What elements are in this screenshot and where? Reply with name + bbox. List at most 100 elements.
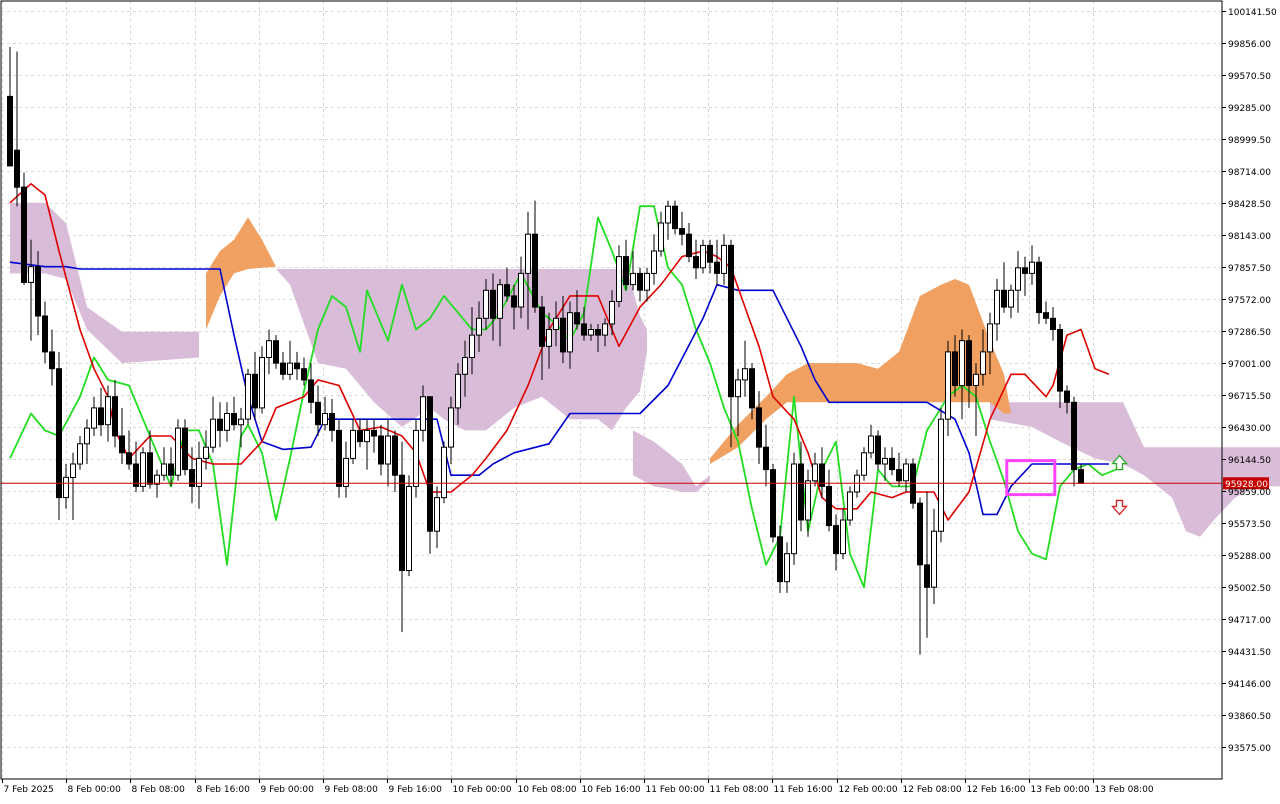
candle-body: [889, 457, 895, 471]
candle: [938, 407, 944, 543]
candle-body: [931, 530, 937, 588]
candle-body: [448, 407, 454, 448]
candle: [245, 368, 251, 425]
candle-body: [119, 435, 125, 454]
candle-body: [77, 443, 83, 465]
candle-body: [70, 463, 76, 478]
candle-body: [735, 379, 741, 398]
candle-body: [7, 95, 13, 167]
candle-body: [182, 427, 188, 471]
candle-body: [105, 396, 111, 426]
candle-body: [651, 250, 657, 274]
candle-body: [630, 272, 636, 286]
candle-body: [742, 368, 748, 381]
candle-body: [616, 256, 622, 302]
candle-body: [476, 317, 482, 336]
candle-body: [420, 396, 426, 431]
candle-body: [140, 452, 146, 487]
y-tick-label: 98714.00: [1228, 168, 1271, 178]
x-tick-label: 10 Feb 08:00: [518, 785, 577, 795]
candle-body: [14, 149, 20, 188]
candle-body: [336, 429, 342, 487]
candle-body: [406, 485, 412, 571]
candle-body: [483, 289, 489, 319]
x-tick-label: 12 Feb 00:00: [839, 785, 898, 795]
candle-body: [504, 284, 510, 297]
candle-body: [371, 429, 377, 437]
candle-body: [770, 469, 776, 538]
y-tick-label: 94146.00: [1228, 680, 1271, 690]
y-tick-label: 97857.50: [1228, 264, 1271, 274]
candle-body: [84, 427, 90, 445]
candle-body: [658, 222, 664, 252]
candle-body: [231, 413, 237, 426]
candle: [791, 452, 797, 565]
candle-body: [203, 446, 209, 459]
candle-body: [602, 323, 608, 336]
x-tick-label: 8 Feb 00:00: [68, 785, 122, 795]
candle-body: [518, 272, 524, 308]
candle-body: [952, 351, 958, 386]
candle-body: [1008, 289, 1014, 308]
candle: [56, 351, 62, 520]
candle-body: [434, 497, 440, 532]
candle-body: [329, 413, 335, 431]
candle-body: [882, 457, 888, 465]
candle-body: [217, 418, 223, 431]
candle-body: [385, 435, 391, 465]
x-tick-label: 7 Feb 2025: [4, 785, 54, 795]
candle-body: [763, 446, 769, 471]
candle-body: [126, 452, 132, 465]
x-tick-label: 10 Feb 00:00: [453, 785, 512, 795]
candle-body: [91, 407, 97, 429]
candle-body: [707, 244, 713, 263]
candle: [406, 475, 412, 577]
candle-body: [252, 373, 258, 409]
ichimoku-chart-svg: 95928.00 100141.5099856.0099570.5099285.…: [0, 0, 1280, 800]
candle-body: [378, 435, 384, 465]
candle-body: [161, 463, 167, 476]
candle-body: [805, 480, 811, 521]
candle: [413, 419, 419, 498]
chart: 95928.00 100141.50 99856.00 99570.50 99285.…: [0, 0, 1280, 800]
candle-body: [1029, 261, 1035, 274]
candle: [875, 430, 881, 470]
candle-body: [791, 463, 797, 555]
y-tick-label: 100141.50: [1228, 8, 1277, 18]
candle-body: [224, 413, 230, 431]
candle-body: [980, 351, 986, 375]
y-tick-label: 96144.50: [1228, 456, 1271, 466]
candle-body: [427, 396, 433, 532]
candle-body: [308, 379, 314, 403]
candle-body: [826, 485, 832, 527]
candle-body: [637, 272, 643, 291]
candle-body: [1050, 317, 1056, 330]
candle-body: [938, 418, 944, 532]
candle-body: [301, 368, 307, 381]
candle-body: [966, 340, 972, 387]
candle-body: [994, 289, 1000, 325]
candle-body: [469, 334, 475, 359]
candle-body: [1071, 401, 1077, 471]
candle-body: [560, 317, 566, 353]
y-tick-label: 98143.00: [1228, 232, 1271, 242]
candle-body: [1036, 261, 1042, 314]
candle-body: [1057, 329, 1063, 392]
y-tick-label: 95859.00: [1228, 488, 1271, 498]
candle-body: [322, 413, 328, 426]
candle: [336, 419, 342, 498]
y-tick-label: 98999.50: [1228, 136, 1271, 146]
candle-body: [315, 401, 321, 426]
candle-body: [840, 519, 846, 555]
y-tick-label: 97286.50: [1228, 328, 1271, 338]
y-tick-label: 96715.50: [1228, 392, 1271, 402]
x-tick-label: 12 Feb 16:00: [967, 785, 1026, 795]
x-tick-label: 12 Feb 08:00: [903, 785, 962, 795]
candle-body: [686, 233, 692, 258]
candle-body: [672, 205, 678, 230]
candle-body: [539, 306, 545, 347]
candle-body: [665, 205, 671, 224]
y-tick-label: 94431.50: [1228, 648, 1271, 658]
y-tick-label: 95002.50: [1228, 584, 1271, 594]
candle-body: [546, 329, 552, 347]
